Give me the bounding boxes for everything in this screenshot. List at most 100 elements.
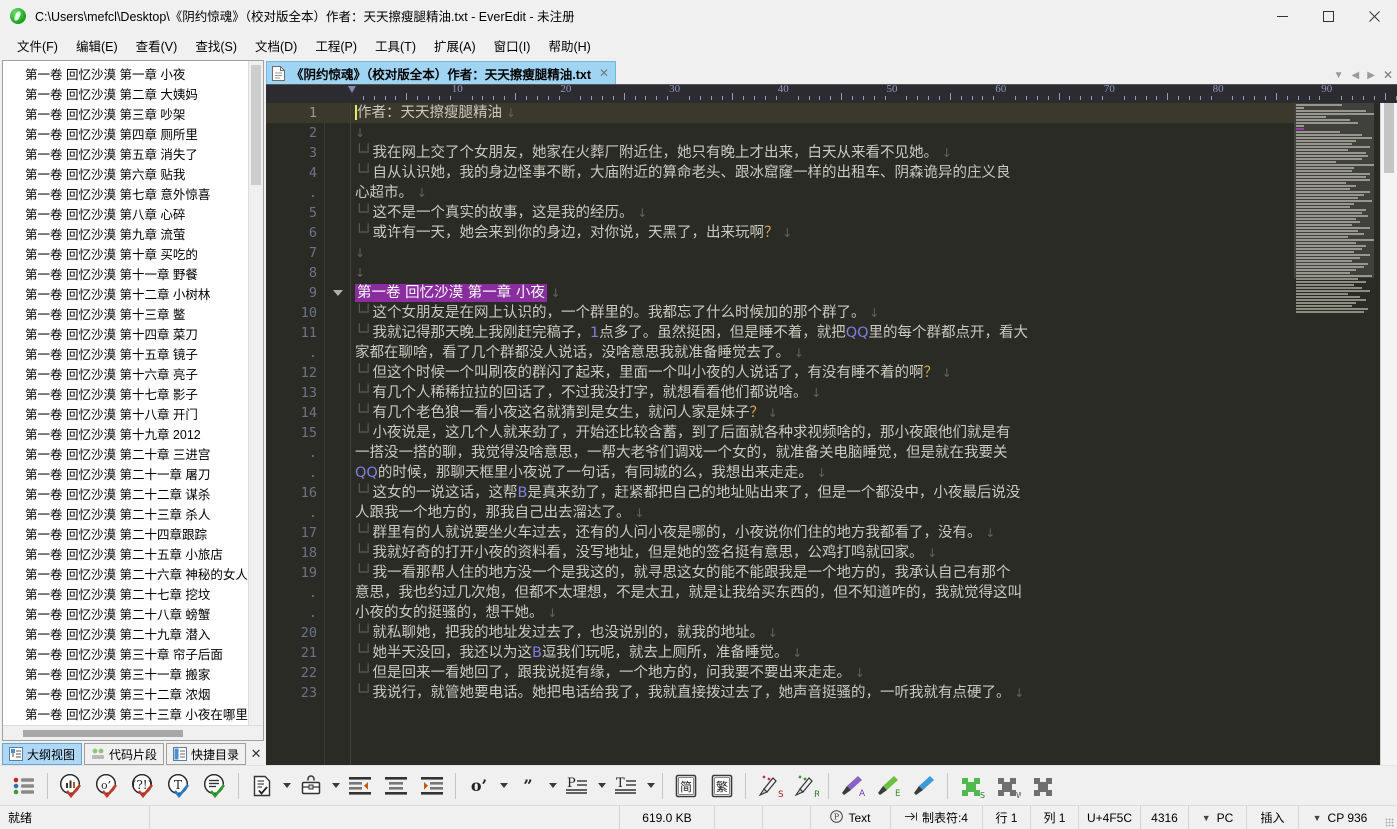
doc-check-dropdown-icon[interactable] (280, 768, 293, 804)
outline-vscroll-thumb[interactable] (251, 65, 261, 185)
code-line[interactable]: 一搭没一搭的聊，我觉得没啥意思，一帮大老爷们调戏一个女的，就准备关电脑睡觉，但是… (351, 443, 1294, 463)
outline-item[interactable]: 第一卷 回忆沙漠 第二十五章 小旅店 (3, 545, 263, 565)
outline-item[interactable]: 第一卷 回忆沙漠 第二十四章跟踪 (3, 525, 263, 545)
double-quote-dropdown-icon[interactable] (546, 768, 559, 804)
editor-vertical-scrollbar[interactable] (1380, 85, 1397, 765)
clean-r-icon[interactable]: R (787, 768, 823, 804)
code-line[interactable]: └┘我一看那帮人住的地方没一个是我这的，就寻思这女的能不能跟我是一个地方的，我承… (351, 563, 1294, 583)
code-text-area[interactable]: 作者：天天擦瘦腿精油 ↓ ↓ └┘我在网上交了个女朋友，她家在火葬厂附近住，她只有… (350, 85, 1294, 765)
outline-item[interactable]: 第一卷 回忆沙漠 第九章 流萤 (3, 225, 263, 245)
outline-item[interactable]: 第一卷 回忆沙漠 第二十七章 挖坟 (3, 585, 263, 605)
outline-item[interactable]: 第一卷 回忆沙漠 第四章 厕所里 (3, 125, 263, 145)
menu-project[interactable]: 工程(P) (306, 33, 366, 58)
outline-item[interactable]: 第一卷 回忆沙漠 第一章 小夜 (3, 65, 263, 85)
outline-item[interactable]: 第一卷 回忆沙漠 第三十三章 小夜在哪里 (3, 705, 263, 725)
code-line[interactable]: └┘但是回来一看她回了，跟我说挺有缘，一个地方的，问我要不要出来走走。 ↓ (351, 663, 1294, 683)
outline-item[interactable]: 第一卷 回忆沙漠 第八章 心碎 (3, 205, 263, 225)
status-tabwidth[interactable]: 制表符:4 (891, 805, 983, 829)
minimize-button[interactable] (1259, 0, 1305, 32)
paragraph-check-icon[interactable] (197, 768, 233, 804)
code-line[interactable]: └┘这不是一个真实的故事，这是我的经历。 ↓ (351, 203, 1294, 223)
code-line[interactable]: 第一卷 回忆沙漠 第一章 小夜 ↓ (351, 283, 1294, 303)
maximize-button[interactable] (1305, 0, 1351, 32)
toolbox-dropdown-icon[interactable] (329, 768, 342, 804)
code-line[interactable]: ↓ (351, 123, 1294, 143)
text-format-icon[interactable]: T (608, 768, 644, 804)
code-line[interactable]: └┘我就记得那天晚上我刚赶完稿子，1点多了。虽然挺困，但是睡不着，就把QQ里的每… (351, 323, 1294, 343)
tab-next-icon[interactable]: ▶ (1367, 70, 1375, 81)
outline-list[interactable]: 第一卷 回忆沙漠 第一章 小夜 第一卷 回忆沙漠 第二章 大姨妈 第一卷 回忆沙漠 … (3, 61, 263, 740)
fold-cell[interactable] (325, 283, 350, 303)
indent-right-icon[interactable] (414, 768, 450, 804)
recycle-icon[interactable] (1025, 768, 1061, 804)
outline-item[interactable]: 第一卷 回忆沙漠 第五章 消失了 (3, 145, 263, 165)
outline-item[interactable]: 第一卷 回忆沙漠 第二十章 三进宫 (3, 445, 263, 465)
code-line[interactable]: ↓ (351, 263, 1294, 283)
outline-item[interactable]: 第一卷 回忆沙漠 第二十六章 神秘的女人 (3, 565, 263, 585)
outline-item[interactable]: 第一卷 回忆沙漠 第二十九章 潜入 (3, 625, 263, 645)
outline-item[interactable]: 第一卷 回忆沙漠 第十二章 小树林 (3, 285, 263, 305)
tab-close-icon[interactable]: ✕ (1383, 68, 1393, 82)
code-line[interactable]: └┘群里有的人就说要坐火车过去，还有的人问小夜是哪的，小夜说你们住的地方我都看了… (351, 523, 1294, 543)
text-check-icon[interactable]: T (161, 768, 197, 804)
outline-item[interactable]: 第一卷 回忆沙漠 第二十二章 谋杀 (3, 485, 263, 505)
single-quote-dropdown-icon[interactable] (497, 768, 510, 804)
outline-item[interactable]: 第一卷 回忆沙漠 第十六章 亮子 (3, 365, 263, 385)
code-line[interactable]: └┘我就好奇的打开小夜的资料看，没写地址，但是她的签名挺有意思，公鸡打鸣就回家。… (351, 543, 1294, 563)
minimap-viewport[interactable] (1294, 103, 1374, 278)
code-line[interactable]: └┘我在网上交了个女朋友，她家在火葬厂附近住，她只有晚上才出来，白天从来看不见她… (351, 143, 1294, 163)
outline-vertical-scrollbar[interactable] (248, 61, 263, 725)
double-quote-icon[interactable]: ” (510, 768, 546, 804)
outline-item[interactable]: 第一卷 回忆沙漠 第二章 大姨妈 (3, 85, 263, 105)
editor-vscroll-thumb[interactable] (1384, 103, 1394, 173)
status-lineending[interactable]: ▼ PC (1189, 805, 1247, 829)
indent-left-icon[interactable] (342, 768, 378, 804)
menu-tools[interactable]: 工具(T) (366, 33, 425, 58)
sidebar-tab-outline[interactable]: 大纲视图 (2, 743, 83, 765)
code-line[interactable]: QQ的时候，那聊天框里小夜说了一句话，有同城的么，我想出来走走。 ↓ (351, 463, 1294, 483)
outline-item[interactable]: 第一卷 回忆沙漠 第十八章 开门 (3, 405, 263, 425)
paragraph-format-icon[interactable]: P (559, 768, 595, 804)
close-button[interactable] (1351, 0, 1397, 32)
code-line[interactable]: └┘有几个人稀稀拉拉的回话了，不过我没打字，就想看看他们都说啥。 ↓ (351, 383, 1294, 403)
code-line[interactable]: └┘就私聊她，把我的地址发过去了，也没说别的，就我的地址。 ↓ (351, 623, 1294, 643)
list-bullets-icon[interactable] (6, 768, 42, 804)
stats-check-icon[interactable] (53, 768, 89, 804)
outline-item[interactable]: 第一卷 回忆沙漠 第七章 意外惊喜 (3, 185, 263, 205)
menu-search[interactable]: 查找(S) (186, 33, 246, 58)
punct-check-icon[interactable]: (?!) (125, 768, 161, 804)
brush-a-icon[interactable]: A (834, 768, 870, 804)
code-line[interactable]: └┘我说行，就管她要电话。她把电话给我了，我就直接拨过去了，她声音挺骚的，一听我… (351, 683, 1294, 703)
code-line[interactable]: └┘这个女朋友是在网上认识的，一个群里的。我都忘了什么时候加的那个群了。 ↓ (351, 303, 1294, 323)
outline-item[interactable]: 第一卷 回忆沙漠 第十七章 影子 (3, 385, 263, 405)
tab-list-dropdown-icon[interactable]: ▼ (1334, 70, 1344, 81)
outline-item[interactable]: 第一卷 回忆沙漠 第二十三章 杀人 (3, 505, 263, 525)
code-line[interactable]: 心超市。 ↓ (351, 183, 1294, 203)
toolbox-icon[interactable] (293, 768, 329, 804)
code-line[interactable]: └┘但这个时候一个叫刷夜的群闪了起来，里面一个叫小夜的人说话了，有没有睡不着的啊… (351, 363, 1294, 383)
code-line[interactable]: 家都在聊啥，看了几个群都没人说话，没啥意思我就准备睡觉去了。 ↓ (351, 343, 1294, 363)
outline-item[interactable]: 第一卷 回忆沙漠 第三十一章 搬家 (3, 665, 263, 685)
menu-edit[interactable]: 编辑(E) (67, 33, 127, 58)
outline-item[interactable]: 第一卷 回忆沙漠 第十一章 野餐 (3, 265, 263, 285)
simplified-chinese-icon[interactable]: 简 (668, 768, 704, 804)
recycle-w-icon[interactable]: W (989, 768, 1025, 804)
menu-document[interactable]: 文档(D) (246, 33, 306, 58)
outline-item[interactable]: 第一卷 回忆沙漠 第二十一章 屠刀 (3, 465, 263, 485)
resize-grip[interactable] (1381, 806, 1397, 829)
menu-file[interactable]: 文件(F) (8, 33, 67, 58)
tab-prev-icon[interactable]: ◀ (1352, 70, 1360, 81)
brush-blue-icon[interactable] (906, 768, 942, 804)
fold-column[interactable] (324, 85, 350, 765)
single-quote-icon[interactable]: o’ (461, 768, 497, 804)
status-insertmode[interactable]: 插入 (1247, 805, 1299, 829)
paragraph-format-dropdown-icon[interactable] (595, 768, 608, 804)
menu-view[interactable]: 查看(V) (127, 33, 187, 58)
outline-item[interactable]: 第一卷 回忆沙漠 第三十章 帘子后面 (3, 645, 263, 665)
outline-item[interactable]: 第一卷 回忆沙漠 第十四章 菜刀 (3, 325, 263, 345)
outline-item[interactable]: 第一卷 回忆沙漠 第三章 吵架 (3, 105, 263, 125)
text-format-dropdown-icon[interactable] (644, 768, 657, 804)
outline-item[interactable]: 第一卷 回忆沙漠 第十九章 2012 (3, 425, 263, 445)
fold-collapse-icon[interactable] (333, 290, 343, 296)
document-tab[interactable]: 《阴约惊魂》（校对版全本）作者：天天擦瘦腿精油.txt ✕ (266, 61, 617, 84)
